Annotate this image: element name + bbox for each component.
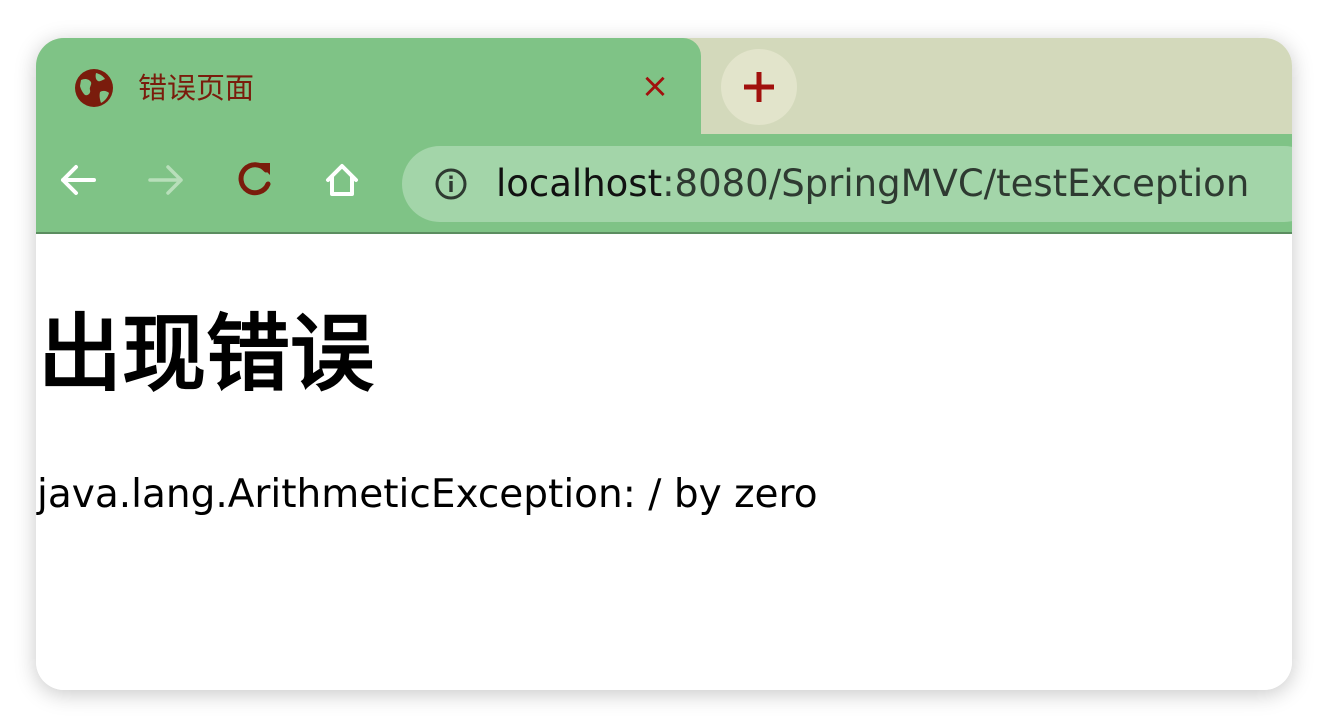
error-message: java.lang.ArithmeticException: / by zero bbox=[37, 472, 818, 517]
browser-window: 错误页面 × localhost:8080/SpringMVC/testExce… bbox=[36, 38, 1292, 690]
home-button[interactable] bbox=[320, 156, 364, 204]
page-title: 出现错误 bbox=[38, 305, 375, 403]
close-icon[interactable]: × bbox=[636, 66, 674, 106]
tab-strip: 错误页面 × bbox=[36, 38, 1292, 134]
tab-title: 错误页面 bbox=[138, 71, 255, 105]
home-icon bbox=[326, 164, 358, 196]
plus-icon bbox=[744, 72, 774, 102]
reload-button[interactable] bbox=[232, 156, 276, 204]
url-path: :8080/SpringMVC/testException bbox=[662, 162, 1250, 205]
toolbar: localhost:8080/SpringMVC/testException bbox=[36, 134, 1292, 234]
forward-button[interactable] bbox=[144, 156, 188, 204]
arrow-right-icon bbox=[148, 165, 183, 195]
tab-active[interactable]: 错误页面 × bbox=[36, 38, 701, 134]
address-bar[interactable]: localhost:8080/SpringMVC/testException bbox=[402, 146, 1292, 222]
arrow-left-icon bbox=[61, 165, 96, 195]
globe-icon bbox=[74, 68, 114, 108]
url-text[interactable]: localhost:8080/SpringMVC/testException bbox=[496, 160, 1249, 208]
back-button[interactable] bbox=[56, 156, 100, 204]
info-icon[interactable] bbox=[434, 167, 468, 201]
url-host: localhost bbox=[496, 162, 663, 205]
page-content: 出现错误 java.lang.ArithmeticException: / by… bbox=[36, 234, 1292, 690]
new-tab-button[interactable] bbox=[721, 49, 797, 125]
reload-icon bbox=[238, 162, 271, 196]
